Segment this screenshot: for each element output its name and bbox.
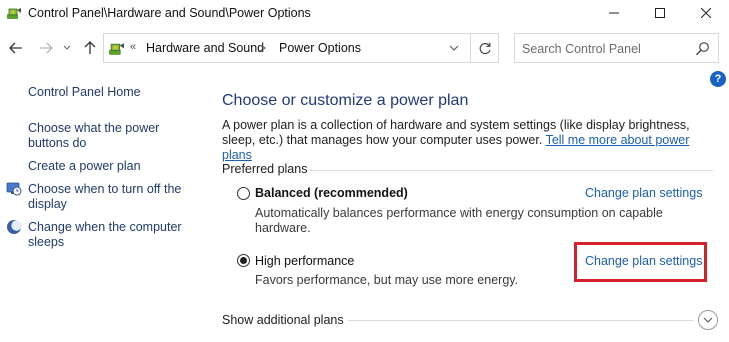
navigation-bar: « Hardware and Sound > Power Options <box>0 33 729 63</box>
preferred-plans-label: Preferred plans <box>222 162 308 176</box>
arrow-up-icon <box>84 41 96 54</box>
arrow-left-icon <box>9 42 22 54</box>
balanced-change-plan-settings-link[interactable]: Change plan settings <box>585 186 702 200</box>
moon-sleep-icon <box>6 219 22 235</box>
address-dropdown-button[interactable] <box>440 39 468 57</box>
display-clock-icon <box>6 181 22 197</box>
breadcrumb-overflow[interactable]: « <box>130 41 136 53</box>
breadcrumb-separator[interactable]: > <box>259 41 266 55</box>
sidebar-item-control-panel-home[interactable]: Control Panel Home <box>28 85 141 100</box>
chevron-down-icon <box>449 45 459 51</box>
minimize-button[interactable] <box>591 0 637 26</box>
sidebar-item-turn-off-display[interactable]: Choose when to turn off the display <box>28 182 188 212</box>
forward-button[interactable] <box>36 37 56 59</box>
maximize-button[interactable] <box>637 0 683 26</box>
expand-additional-plans-button[interactable] <box>698 310 718 330</box>
sidebar-item-create-power-plan[interactable]: Create a power plan <box>28 159 141 174</box>
additional-plans-divider <box>348 320 693 321</box>
show-additional-plans-label[interactable]: Show additional plans <box>222 313 344 327</box>
search-box[interactable] <box>514 33 719 63</box>
highlight-annotation-box <box>574 242 707 282</box>
search-icon[interactable] <box>695 41 710 56</box>
sidebar-item-power-buttons[interactable]: Choose what the power buttons do <box>28 121 168 151</box>
intro-text: A power plan is a collection of hardware… <box>222 118 710 163</box>
help-icon[interactable]: ? <box>710 71 726 87</box>
breadcrumb-hardware-and-sound[interactable]: Hardware and Sound <box>146 41 264 55</box>
window-title: Control Panel\Hardware and Sound\Power O… <box>28 6 311 20</box>
power-options-icon <box>6 5 22 21</box>
up-button[interactable] <box>80 37 100 59</box>
high-performance-plan-name[interactable]: High performance <box>255 254 354 268</box>
search-input[interactable] <box>522 40 692 58</box>
power-options-icon <box>108 40 125 57</box>
sidebar-item-computer-sleeps[interactable]: Change when the computer sleeps <box>28 220 188 250</box>
balanced-plan-description: Automatically balances performance with … <box>255 206 663 235</box>
page-title: Choose or customize a power plan <box>222 92 469 109</box>
balanced-plan-name[interactable]: Balanced (recommended) <box>255 186 408 200</box>
arrow-right-icon <box>40 42 53 54</box>
refresh-button[interactable] <box>474 38 496 58</box>
address-bar[interactable]: « Hardware and Sound > Power Options <box>103 33 499 63</box>
close-button[interactable] <box>683 0 729 26</box>
recent-locations-button[interactable] <box>60 37 74 59</box>
refresh-icon <box>479 42 491 54</box>
address-divider <box>470 34 471 62</box>
control-panel-window: Control Panel\Hardware and Sound\Power O… <box>0 0 729 342</box>
balanced-plan-radio[interactable] <box>237 187 250 200</box>
title-bar: Control Panel\Hardware and Sound\Power O… <box>0 0 729 26</box>
chevron-down-icon <box>703 317 713 323</box>
section-divider <box>310 170 713 171</box>
breadcrumb-power-options[interactable]: Power Options <box>279 41 361 55</box>
back-button[interactable] <box>6 37 26 59</box>
high-performance-plan-radio[interactable] <box>237 254 250 267</box>
chevron-down-icon <box>63 45 71 50</box>
